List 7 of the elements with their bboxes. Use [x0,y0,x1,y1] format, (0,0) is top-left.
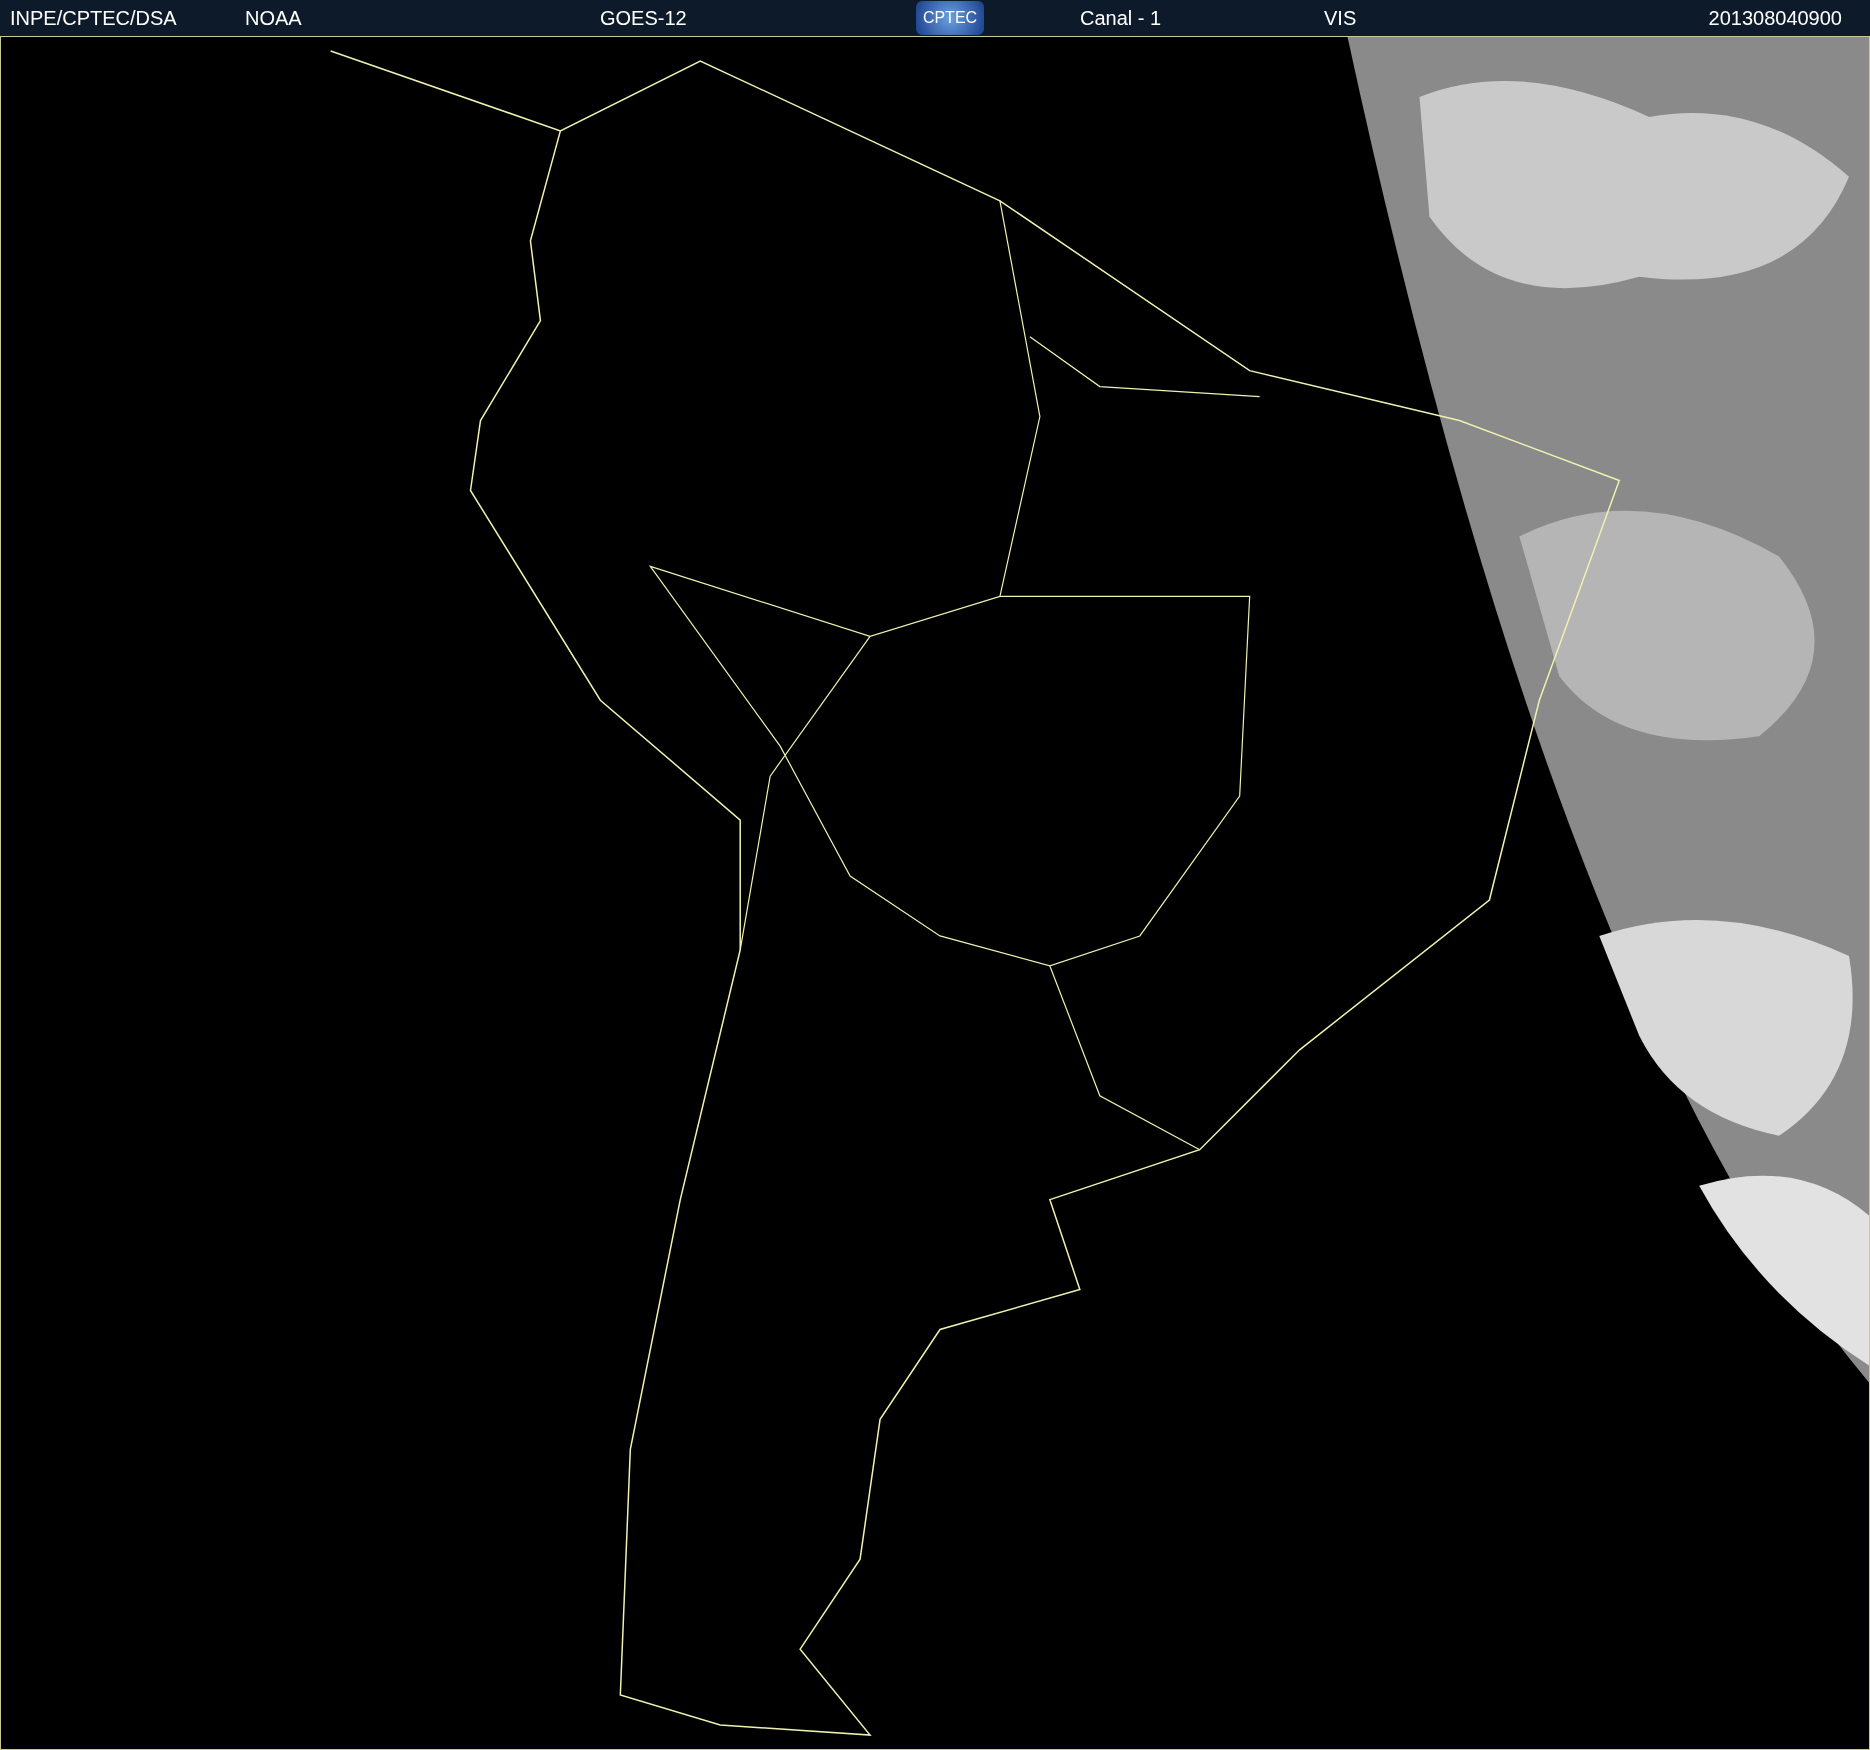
satellite-label: GOES-12 [600,6,688,31]
timestamp-label: 201308040900 [1708,6,1843,31]
band-label: VIS [1324,6,1357,31]
agency-label: NOAA [245,6,303,31]
source-label: INPE/CPTEC/DSA [10,6,178,31]
channel-label: Canal - 1 [1080,6,1163,31]
cptec-logo: CPTEC [916,1,984,35]
